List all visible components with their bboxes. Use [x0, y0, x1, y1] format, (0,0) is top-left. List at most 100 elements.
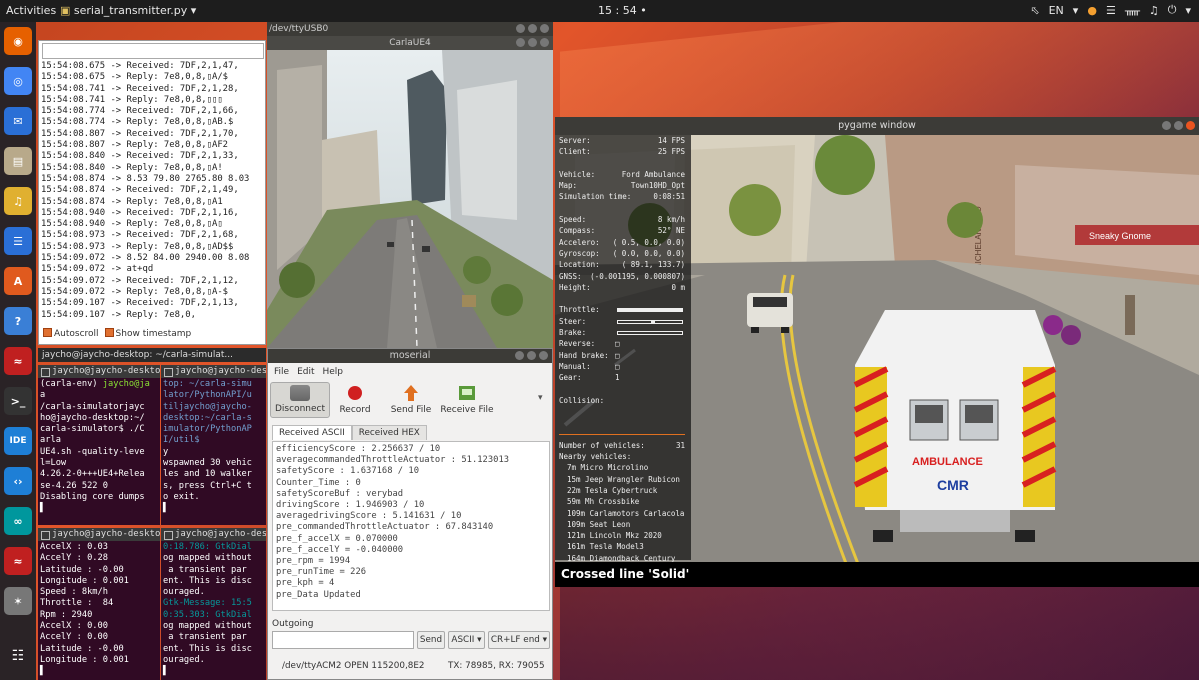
serial-log-line: 15:54:08.940 -> Reply: 7e8,0,8,▯A▯	[41, 219, 223, 230]
terminal-tab-4[interactable]: jaycho@jaycho-desktop: ~/c...	[161, 528, 266, 541]
terminal-pane-2[interactable]: jaycho@jaycho-desktop: ~/c... top: ~/car…	[161, 365, 266, 525]
terminal-tab-2[interactable]: jaycho@jaycho-desktop: ~/c...	[161, 365, 266, 378]
serial-send-input[interactable]	[42, 43, 264, 59]
close-icon[interactable]	[1186, 121, 1195, 130]
outgoing-input[interactable]	[272, 631, 414, 649]
chevron-down-icon: ▾	[1072, 3, 1079, 17]
pygame-window: pygame window Sneaky Gnome MICHELANGELO	[555, 117, 1199, 587]
system-tray[interactable]: ⬁ EN ▾ ● ☰ ᚅ ♫ ⏻ ▾	[1030, 3, 1191, 17]
hud-nearby: Nearby vehicles:	[555, 451, 691, 462]
terminal-pane-3-output: AccelX : 0.03 AccelY : 0.28 Latitude : -0.…	[38, 541, 160, 679]
rhythmbox-icon[interactable]: ♫	[4, 187, 32, 215]
tab-received-hex[interactable]: Received HEX	[351, 425, 427, 440]
menu-edit[interactable]: Edit	[297, 367, 314, 377]
system-monitor-icon[interactable]: ≈	[4, 347, 32, 375]
record-button[interactable]: Record	[325, 384, 385, 415]
hud-height: Height: 0 m	[555, 282, 691, 293]
software-icon[interactable]: A	[4, 267, 32, 295]
hud-map: Map: Town10HD_Opt	[555, 180, 691, 191]
hud-client-label: Client:	[559, 147, 591, 157]
hud-gear-label: Gear:	[559, 373, 582, 383]
send-button[interactable]: Send	[417, 631, 445, 649]
satellite-icon[interactable]: ✶	[4, 587, 32, 615]
line-end-select[interactable]: CR+LF end ▾	[488, 631, 550, 649]
maximize-icon[interactable]	[527, 351, 536, 360]
maximize-icon[interactable]	[528, 38, 537, 47]
system-monitor-icon-2[interactable]: ≈	[4, 547, 32, 575]
terminal-line: I/util$	[163, 435, 205, 446]
minimize-icon[interactable]	[1162, 121, 1171, 130]
disconnect-button[interactable]: Disconnect	[270, 382, 330, 418]
terminal-line: og mapped without	[163, 553, 252, 564]
minimize-icon[interactable]	[516, 24, 525, 33]
terminal-titlebar[interactable]: jaycho@jaycho-desktop: ~/carla-simulat..…	[38, 348, 266, 362]
moserial-titlebar[interactable]: moserial	[268, 349, 552, 363]
ide-icon[interactable]: IDE	[4, 427, 32, 455]
power-icon[interactable]: ⏻	[1168, 3, 1177, 17]
tab-received-ascii[interactable]: Received ASCII	[272, 425, 352, 440]
autoscroll-checkbox[interactable]: Autoscroll	[43, 328, 99, 339]
close-icon[interactable]	[539, 351, 548, 360]
volume-icon[interactable]: ♫	[1149, 4, 1159, 17]
serial-log-line: 15:54:09.072 -> Reply: 7e8,0,8,▯A-$	[41, 286, 229, 297]
close-icon[interactable]	[540, 24, 549, 33]
menu-help[interactable]: Help	[323, 367, 344, 377]
hud-gyroscope: Gyroscop: ( 0.0, 0.0, 0.0)	[555, 248, 691, 259]
terminal-line: ouraged.	[163, 587, 205, 598]
language-indicator[interactable]: EN	[1049, 4, 1064, 17]
carla-titlebar[interactable]: CarlaUE4	[267, 36, 553, 50]
wifi-icon[interactable]: ☰	[1106, 4, 1116, 17]
app-menu-button[interactable]: ▣ serial_transmitter.py ▾	[60, 4, 196, 17]
serial-log-line: 15:54:08.774 -> Reply: 7e8,0,8,▯AB.$	[41, 117, 234, 128]
terminal-pane-4[interactable]: jaycho@jaycho-desktop: ~/c... 0:18.786: …	[161, 528, 266, 680]
chrome-icon[interactable]: ◎	[4, 67, 32, 95]
apps-grid-icon[interactable]: ☷	[4, 642, 32, 670]
carla-title: CarlaUE4	[389, 38, 431, 48]
terminal-tab-3[interactable]: jaycho@jaycho-desktop: ~/c...	[38, 528, 160, 541]
activities-button[interactable]: Activities	[6, 4, 56, 17]
menu-file[interactable]: File	[274, 367, 289, 377]
hud-num-vehicles: Number of vehicles: 31	[555, 440, 691, 451]
encoding-value: ASCII	[451, 635, 475, 645]
terminal-line: tiljaycho@jaycho-	[163, 401, 252, 412]
maximize-icon[interactable]	[528, 24, 537, 33]
terminal-line: 0:18.786: GtkDial	[163, 542, 252, 552]
pygame-titlebar[interactable]: pygame window	[555, 117, 1199, 135]
encoding-select[interactable]: ASCII ▾	[448, 631, 485, 649]
hud-nearby-label: Nearby vehicles:	[559, 452, 632, 462]
bluetooth-icon[interactable]: ᚅ	[1125, 4, 1140, 17]
checkbox-icon: □	[615, 339, 620, 349]
clock-label: 15 : 54	[598, 4, 637, 17]
carla-spectator-view[interactable]	[267, 50, 553, 349]
terminal-pane-3[interactable]: jaycho@jaycho-desktop: ~/c... AccelX : 0…	[38, 528, 160, 680]
toolbar-overflow-icon[interactable]: ▾	[538, 393, 543, 403]
terminal-line: Disabling core dumps	[40, 491, 145, 502]
vscode-icon[interactable]: ‹›	[4, 467, 32, 495]
minimize-icon[interactable]	[516, 38, 525, 47]
thunderbird-icon[interactable]: ✉	[4, 107, 32, 135]
terminal-icon[interactable]: >_	[4, 387, 32, 415]
serial-options: Autoscroll Show timestamp	[43, 328, 191, 339]
terminal-pane-2-output: top: ~/carla-simu lator/PythonAPI/u tiljay…	[161, 378, 266, 516]
firefox-icon[interactable]: ◉	[4, 27, 32, 55]
hud-hand-brake-label: Hand brake:	[559, 350, 609, 360]
hud-collision: Collision:	[555, 395, 691, 406]
send-file-button[interactable]: Send File	[381, 384, 441, 415]
writer-icon[interactable]: ☰	[4, 227, 32, 255]
close-icon[interactable]	[540, 38, 549, 47]
minimize-icon[interactable]	[515, 351, 524, 360]
terminal-pane-1[interactable]: jaycho@jaycho-desktop: ~/c... (carla-env…	[38, 365, 160, 525]
receive-file-button[interactable]: Receive File	[437, 384, 497, 415]
terminal-line: imulator/PythonAP	[163, 424, 252, 435]
night-light-icon[interactable]: ●	[1087, 4, 1097, 17]
clock[interactable]: 15 : 54 •	[598, 4, 647, 17]
notification-dot-icon: •	[640, 4, 647, 17]
terminal-tab-1[interactable]: jaycho@jaycho-desktop: ~/c...	[38, 365, 160, 378]
files-icon[interactable]: ▤	[4, 147, 32, 175]
terminal-tab-label: jaycho@jaycho-desktop: ~/c...	[175, 529, 266, 539]
maximize-icon[interactable]	[1174, 121, 1183, 130]
arduino-icon[interactable]: ∞	[4, 507, 32, 535]
show-timestamp-checkbox[interactable]: Show timestamp	[104, 328, 191, 339]
hud-vehicle: Vehicle: Ford Ambulance	[555, 169, 691, 180]
help-icon[interactable]: ?	[4, 307, 32, 335]
